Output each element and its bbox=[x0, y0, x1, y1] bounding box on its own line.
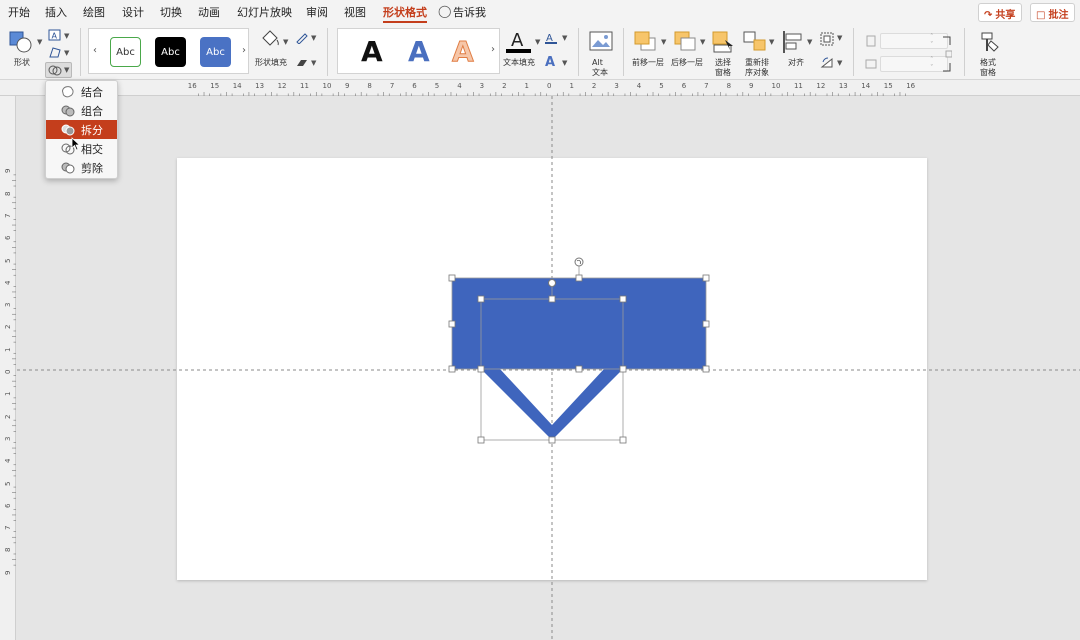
menu-item-label: 拆分 bbox=[81, 123, 103, 137]
subtract-icon bbox=[61, 162, 75, 173]
resize-handle[interactable] bbox=[548, 295, 556, 303]
v-shape[interactable] bbox=[481, 369, 623, 440]
resize-handle[interactable] bbox=[702, 365, 710, 373]
resize-handle[interactable] bbox=[702, 320, 710, 328]
fragment-icon bbox=[61, 124, 75, 135]
rotate-handle[interactable] bbox=[574, 257, 584, 267]
menu-item-label: 结合 bbox=[81, 85, 103, 99]
resize-handle[interactable] bbox=[477, 365, 485, 373]
union-icon bbox=[62, 85, 74, 97]
combine-icon bbox=[61, 105, 75, 116]
resize-handle[interactable] bbox=[619, 365, 627, 373]
resize-handle[interactable] bbox=[448, 274, 456, 282]
mouse-cursor-icon bbox=[71, 137, 81, 151]
menu-item-union[interactable]: 结合 bbox=[46, 82, 117, 101]
menu-item-label: 相交 bbox=[81, 142, 103, 156]
resize-handle[interactable] bbox=[619, 436, 627, 444]
menu-item-combine[interactable]: 组合 bbox=[46, 101, 117, 120]
resize-handle[interactable] bbox=[448, 320, 456, 328]
resize-handle[interactable] bbox=[477, 436, 485, 444]
menu-item-subtract[interactable]: 剪除 bbox=[46, 158, 117, 177]
resize-handle[interactable] bbox=[448, 365, 456, 373]
menu-item-intersect[interactable]: 相交 bbox=[46, 139, 117, 158]
resize-handle[interactable] bbox=[575, 365, 583, 373]
resize-handle[interactable] bbox=[619, 295, 627, 303]
resize-handle[interactable] bbox=[477, 295, 485, 303]
menu-item-label: 剪除 bbox=[81, 161, 103, 175]
resize-handle[interactable] bbox=[702, 274, 710, 282]
slide-shapes bbox=[448, 257, 710, 444]
menu-item-label: 组合 bbox=[81, 104, 103, 118]
blue-rectangle[interactable] bbox=[452, 278, 706, 369]
resize-handle[interactable] bbox=[548, 436, 556, 444]
rotate-handle[interactable] bbox=[548, 279, 556, 287]
merge-shapes-menu: 结合 组合 拆分 相交 剪除 bbox=[45, 80, 118, 179]
menu-item-fragment[interactable]: 拆分 bbox=[46, 120, 117, 139]
resize-handle[interactable] bbox=[575, 274, 583, 282]
